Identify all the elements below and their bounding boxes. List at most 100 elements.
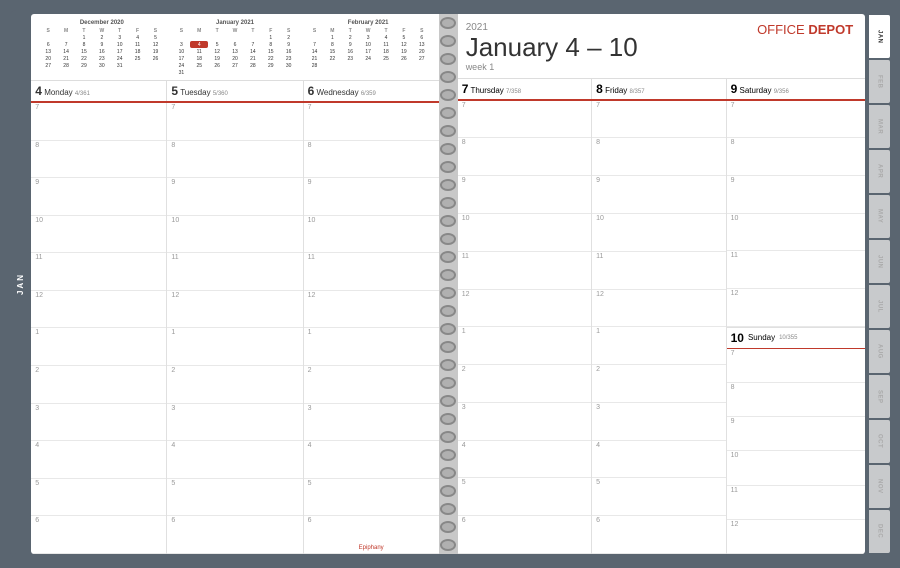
time-8-tue[interactable]: 8 bbox=[167, 141, 302, 179]
time-6-tue[interactable]: 6 bbox=[167, 516, 302, 554]
time-3-thu[interactable]: 3 bbox=[458, 403, 591, 441]
tab-sep[interactable]: SEP bbox=[869, 375, 890, 418]
time-9-sun[interactable]: 9 bbox=[727, 417, 866, 451]
time-9-tue[interactable]: 9 bbox=[167, 178, 302, 216]
tab-nov[interactable]: NOV bbox=[869, 465, 890, 508]
time-7-fri[interactable]: 7 bbox=[592, 101, 725, 139]
time-9-fri[interactable]: 9 bbox=[592, 176, 725, 214]
time-10-sun[interactable]: 10 bbox=[727, 451, 866, 485]
tab-apr[interactable]: APR bbox=[869, 150, 890, 193]
time-11-sun[interactable]: 11 bbox=[727, 486, 866, 520]
time-11-thu[interactable]: 11 bbox=[458, 252, 591, 290]
sun-section: 10 Sunday 10/355 7 8 9 10 11 12 bbox=[727, 328, 866, 554]
time-9-wed[interactable]: 9 bbox=[304, 178, 439, 216]
col-thursday[interactable]: 7 8 9 10 11 12 1 2 3 4 5 6 bbox=[458, 101, 592, 554]
time-9-thu[interactable]: 9 bbox=[458, 176, 591, 214]
time-10-thu[interactable]: 10 bbox=[458, 214, 591, 252]
time-4-wed[interactable]: 4 bbox=[304, 441, 439, 479]
time-7-wed[interactable]: 7 bbox=[304, 103, 439, 141]
tab-jul[interactable]: JUL bbox=[869, 285, 890, 328]
time-10-tue[interactable]: 10 bbox=[167, 216, 302, 254]
footnote-text: Epiphany bbox=[359, 545, 384, 551]
sat-section[interactable]: 7 8 9 10 11 12 bbox=[727, 101, 866, 328]
time-2-wed[interactable]: 2 bbox=[304, 366, 439, 404]
time-12-thu[interactable]: 12 bbox=[458, 290, 591, 328]
time-7-mon[interactable]: 7 bbox=[31, 103, 166, 141]
time-3-mon[interactable]: 3 bbox=[31, 404, 166, 442]
tab-feb[interactable]: FEB bbox=[869, 60, 890, 103]
time-9-sat[interactable]: 9 bbox=[727, 176, 866, 214]
mini-calendars: December 2020 SMTWTFS 12345 6789101112 1… bbox=[31, 14, 438, 81]
time-11-fri[interactable]: 11 bbox=[592, 252, 725, 290]
tab-mar[interactable]: MAR bbox=[869, 105, 890, 148]
tab-jan[interactable]: JAN bbox=[869, 15, 890, 58]
tab-dec[interactable]: DEC bbox=[869, 510, 890, 553]
month-tabs: JAN FEB MAR APR MAY JUN JUL AUG SEP OCT … bbox=[869, 14, 890, 554]
time-12-tue[interactable]: 12 bbox=[167, 291, 302, 329]
time-11-mon[interactable]: 11 bbox=[31, 253, 166, 291]
time-5-mon[interactable]: 5 bbox=[31, 479, 166, 517]
time-5-fri[interactable]: 5 bbox=[592, 478, 725, 516]
col-wednesday[interactable]: 7 8 9 10 11 12 1 2 3 4 5 6 Epiphany bbox=[304, 103, 439, 554]
time-3-wed[interactable]: 3 bbox=[304, 404, 439, 442]
mini-cal-feb-title: February 2021 bbox=[306, 20, 431, 26]
right-day-headers: 7 Thursday 7/358 8 Friday 8/357 9 Saturd… bbox=[458, 79, 865, 101]
time-10-sat[interactable]: 10 bbox=[727, 214, 866, 252]
time-2-tue[interactable]: 2 bbox=[167, 366, 302, 404]
time-8-sat[interactable]: 8 bbox=[727, 138, 866, 176]
time-7-sun[interactable]: 7 bbox=[727, 349, 866, 383]
time-8-thu[interactable]: 8 bbox=[458, 138, 591, 176]
time-6-thu[interactable]: 6 bbox=[458, 516, 591, 554]
time-1-wed[interactable]: 1 bbox=[304, 328, 439, 366]
time-5-wed[interactable]: 5 bbox=[304, 479, 439, 517]
time-6-mon[interactable]: 6 bbox=[31, 516, 166, 554]
time-10-mon[interactable]: 10 bbox=[31, 216, 166, 254]
time-9-mon[interactable]: 9 bbox=[31, 178, 166, 216]
time-4-thu[interactable]: 4 bbox=[458, 441, 591, 479]
right-day-grid: 7 8 9 10 11 12 1 2 3 4 5 6 7 8 9 10 11 1… bbox=[458, 101, 865, 554]
time-3-tue[interactable]: 3 bbox=[167, 404, 302, 442]
time-12-mon[interactable]: 12 bbox=[31, 291, 166, 329]
time-2-thu[interactable]: 2 bbox=[458, 365, 591, 403]
day-header-wed: 6 Wednesday 6/359 bbox=[304, 81, 439, 101]
tab-may[interactable]: MAY bbox=[869, 195, 890, 238]
time-10-wed[interactable]: 10 bbox=[304, 216, 439, 254]
time-4-fri[interactable]: 4 bbox=[592, 441, 725, 479]
tab-jun[interactable]: JUN bbox=[869, 240, 890, 283]
time-1-fri[interactable]: 1 bbox=[592, 327, 725, 365]
time-7-sat[interactable]: 7 bbox=[727, 101, 866, 139]
col-monday[interactable]: 7 8 9 10 11 12 1 2 3 4 5 6 bbox=[31, 103, 167, 554]
col-tuesday[interactable]: 7 8 9 10 11 12 1 2 3 4 5 6 bbox=[167, 103, 303, 554]
time-8-wed[interactable]: 8 bbox=[304, 141, 439, 179]
time-1-tue[interactable]: 1 bbox=[167, 328, 302, 366]
time-12-sat[interactable]: 12 bbox=[727, 289, 866, 327]
time-5-tue[interactable]: 5 bbox=[167, 479, 302, 517]
time-2-mon[interactable]: 2 bbox=[31, 366, 166, 404]
time-7-thu[interactable]: 7 bbox=[458, 101, 591, 139]
time-10-fri[interactable]: 10 bbox=[592, 214, 725, 252]
time-3-fri[interactable]: 3 bbox=[592, 403, 725, 441]
time-8-mon[interactable]: 8 bbox=[31, 141, 166, 179]
time-4-tue[interactable]: 4 bbox=[167, 441, 302, 479]
time-11-wed[interactable]: 11 bbox=[304, 253, 439, 291]
time-1-mon[interactable]: 1 bbox=[31, 328, 166, 366]
time-12-wed[interactable]: 12 bbox=[304, 291, 439, 329]
time-12-sun[interactable]: 12 bbox=[727, 520, 866, 554]
time-12-fri[interactable]: 12 bbox=[592, 290, 725, 328]
time-6-fri[interactable]: 6 bbox=[592, 516, 725, 554]
time-5-thu[interactable]: 5 bbox=[458, 478, 591, 516]
week-num: week 1 bbox=[466, 62, 638, 72]
tab-oct[interactable]: OCT bbox=[869, 420, 890, 463]
time-7-tue[interactable]: 7 bbox=[167, 103, 302, 141]
tab-aug[interactable]: AUG bbox=[869, 330, 890, 373]
time-8-fri[interactable]: 8 bbox=[592, 138, 725, 176]
time-8-sun[interactable]: 8 bbox=[727, 383, 866, 417]
col-friday[interactable]: 7 8 9 10 11 12 1 2 3 4 5 6 bbox=[592, 101, 726, 554]
time-11-tue[interactable]: 11 bbox=[167, 253, 302, 291]
planner: JAN December 2020 SMTWTFS 12345 67891011… bbox=[10, 10, 890, 558]
time-6-wed[interactable]: 6 Epiphany bbox=[304, 516, 439, 554]
time-4-mon[interactable]: 4 bbox=[31, 441, 166, 479]
time-1-thu[interactable]: 1 bbox=[458, 327, 591, 365]
time-11-sat[interactable]: 11 bbox=[727, 251, 866, 289]
time-2-fri[interactable]: 2 bbox=[592, 365, 725, 403]
